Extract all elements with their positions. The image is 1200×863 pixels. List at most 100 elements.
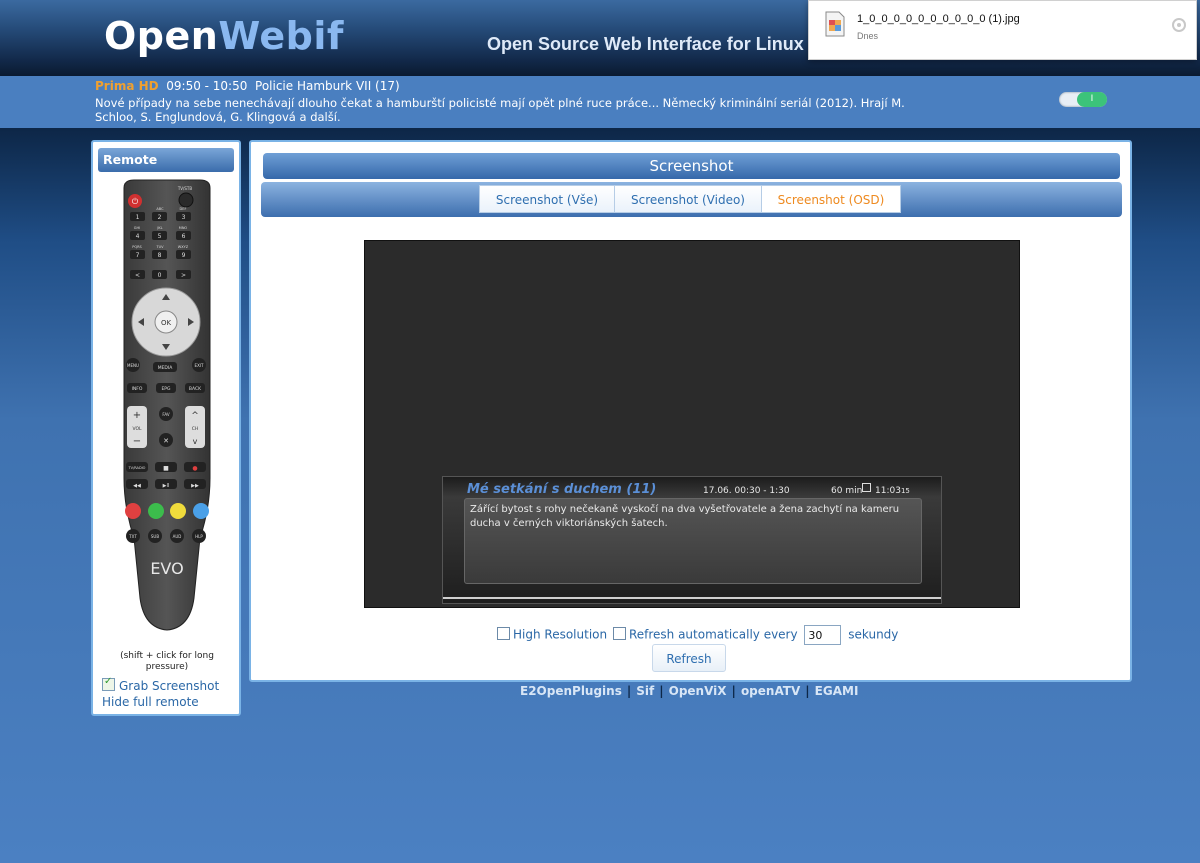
- key-1-button[interactable]: 1: [130, 212, 145, 221]
- tvstb-button[interactable]: [178, 192, 194, 208]
- openwebif-logo[interactable]: OpenWebif: [104, 14, 344, 58]
- prev-button[interactable]: <: [130, 270, 145, 279]
- osd-clock-time: 11:03: [875, 486, 901, 496]
- back-key-glyph: BACK: [189, 386, 202, 392]
- osd-program-title: Mé setkání s duchem (11): [467, 482, 657, 497]
- key-mno-label: MNO: [179, 226, 188, 230]
- footer-link-sif[interactable]: Sif: [636, 684, 654, 698]
- sub-key-glyph: SUB: [151, 534, 159, 539]
- key-5-button[interactable]: 5: [152, 231, 167, 240]
- auto-refresh-checkbox[interactable]: [612, 626, 626, 640]
- program-description: Nové případy na sebe nenechávají dlouho …: [95, 96, 905, 124]
- site-slogan: Open Source Web Interface for Linux: [487, 34, 804, 54]
- screenshot-image: Mé setkání s duchem (11) 17.06. 00:30 - …: [364, 240, 1020, 608]
- key-7-button[interactable]: 7: [130, 250, 145, 259]
- tvradio-button[interactable]: TV/RADIO: [126, 462, 148, 472]
- green-button[interactable]: [148, 503, 164, 519]
- theme-toggle[interactable]: I: [1059, 92, 1107, 107]
- footer-separator: |: [659, 684, 664, 698]
- toggle-knob: I: [1077, 92, 1107, 107]
- high-resolution-checkbox[interactable]: [497, 626, 510, 640]
- key-2-button[interactable]: 2: [152, 212, 167, 221]
- key-8-button[interactable]: 8: [152, 250, 167, 259]
- download-file-name[interactable]: 1_0_0_0_0_0_0_0_0_0_0 (1).jpg: [857, 13, 1020, 25]
- grab-screenshot-checkbox[interactable]: [102, 676, 115, 691]
- key-6-glyph: 6: [182, 233, 186, 240]
- refresh-interval-input[interactable]: 30: [804, 625, 842, 645]
- tab-screenshot-all[interactable]: Screenshot (Vše): [479, 185, 615, 213]
- hide-full-remote-link[interactable]: Hide full remote: [102, 695, 199, 709]
- fav-button[interactable]: FAV: [159, 407, 173, 421]
- blue-button[interactable]: [193, 503, 209, 519]
- stop-button[interactable]: ■: [155, 462, 177, 472]
- osd-description: Zářící bytost s rohy nečekaně vyskočí na…: [470, 504, 900, 529]
- grab-screenshot-option[interactable]: Grab Screenshot: [102, 676, 219, 693]
- ok-button[interactable]: OK: [154, 310, 178, 334]
- epg-button[interactable]: EPG: [156, 383, 176, 393]
- footer-link-openvix[interactable]: OpenViX: [669, 684, 727, 698]
- footer-link-openatv[interactable]: openATV: [741, 684, 800, 698]
- footer-link-egami[interactable]: EGAMI: [815, 684, 859, 698]
- vol-label: VOL: [132, 426, 142, 432]
- download-date: Dnes: [857, 31, 879, 41]
- fast-forward-button[interactable]: ▶▶: [184, 479, 206, 489]
- key-1-glyph: 1: [136, 214, 140, 221]
- ch-down-button[interactable]: v: [193, 437, 198, 446]
- txt-button[interactable]: TXT: [126, 529, 140, 543]
- record-button[interactable]: ●: [184, 462, 206, 472]
- ch-up-button[interactable]: ^: [191, 411, 199, 421]
- key-wxyz-label: WXYZ: [178, 245, 189, 249]
- rewind-button[interactable]: ◀◀: [126, 479, 148, 489]
- aud-button[interactable]: AUD: [170, 529, 184, 543]
- high-resolution-label[interactable]: High Resolution: [513, 628, 607, 642]
- fav-key-glyph: FAV: [162, 412, 169, 417]
- tab-screenshot-osd[interactable]: Screenshot (OSD): [761, 185, 901, 213]
- remote-brand-logo: EVO: [150, 559, 183, 578]
- rewind-icon: ◀◀: [133, 483, 141, 489]
- txt-key-glyph: TXT: [128, 534, 137, 539]
- image-file-icon: [825, 11, 845, 37]
- screenshot-panel: Screenshot Screenshot (Vše) Screenshot (…: [249, 140, 1132, 682]
- menu-button[interactable]: MENU: [126, 358, 140, 372]
- fast-forward-icon: ▶▶: [191, 483, 199, 489]
- logo-webif-text: Webif: [218, 14, 344, 58]
- key-3-button[interactable]: 3: [176, 212, 191, 221]
- footer-separator: |: [626, 684, 632, 698]
- red-button[interactable]: [125, 503, 141, 519]
- channel-name[interactable]: Prima HD: [95, 79, 159, 93]
- yellow-button[interactable]: [170, 503, 186, 519]
- info-button[interactable]: INFO: [127, 383, 147, 393]
- next-button[interactable]: >: [176, 270, 191, 279]
- hlp-button[interactable]: HLP: [192, 529, 206, 543]
- exit-button[interactable]: EXIT: [192, 358, 206, 372]
- grab-screenshot-label[interactable]: Grab Screenshot: [119, 679, 219, 693]
- remote-panel: Remote ⏻ TV/STB 1 ABC 2 DEF 3 GHI 4 JKL …: [91, 140, 241, 716]
- key-0-button[interactable]: 0: [152, 270, 167, 279]
- menu-key-glyph: MENU: [127, 363, 139, 368]
- tab-screenshot-video[interactable]: Screenshot (Video): [614, 185, 762, 213]
- back-button[interactable]: BACK: [185, 383, 205, 393]
- vol-up-button[interactable]: +: [133, 410, 141, 421]
- footer-link-e2openplugins[interactable]: E2OpenPlugins: [520, 684, 622, 698]
- media-button[interactable]: MEDIA: [153, 362, 177, 372]
- key-4-button[interactable]: 4: [130, 231, 145, 240]
- osd-divider: [443, 597, 941, 599]
- key-8-glyph: 8: [158, 252, 162, 259]
- refresh-button[interactable]: Refresh: [652, 644, 726, 672]
- remote-control-image: ⏻ TV/STB 1 ABC 2 DEF 3 GHI 4 JKL 5 MNO 6…: [123, 179, 211, 631]
- page-title: Screenshot: [263, 153, 1120, 179]
- play-pause-button[interactable]: ▶II: [155, 479, 177, 489]
- key-6-button[interactable]: 6: [176, 231, 191, 240]
- osd-program-time: 17.06. 00:30 - 1:30: [703, 486, 790, 496]
- download-cancel-icon[interactable]: [1172, 18, 1186, 32]
- power-button[interactable]: ⏻: [128, 194, 142, 208]
- key-9-button[interactable]: 9: [176, 250, 191, 259]
- mute-button[interactable]: ✕: [159, 433, 173, 447]
- now-playing-line: Prima HD 09:50 - 10:50 Policie Hamburk V…: [95, 79, 400, 93]
- sub-button[interactable]: SUB: [148, 529, 162, 543]
- auto-refresh-label[interactable]: Refresh automatically every: [629, 628, 798, 642]
- tvstb-label: TV/STB: [177, 186, 193, 191]
- vol-down-button[interactable]: −: [133, 436, 141, 447]
- program-time: 09:50 - 10:50: [166, 79, 248, 93]
- key-jkl-label: JKL: [156, 226, 162, 230]
